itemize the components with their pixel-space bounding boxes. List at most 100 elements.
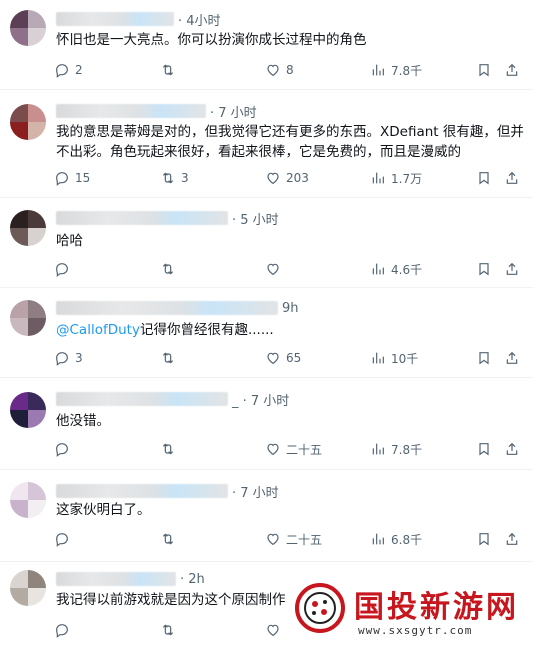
- like-button[interactable]: [265, 259, 286, 279]
- views-button[interactable]: 4.6千: [370, 259, 422, 279]
- tweet-text: 这家伙明白了。: [56, 500, 526, 520]
- avatar[interactable]: [10, 392, 46, 428]
- bookmark-button[interactable]: [476, 259, 492, 279]
- bookmark-icon: [476, 62, 492, 78]
- avatar[interactable]: [10, 482, 46, 518]
- like-icon: [265, 441, 281, 457]
- tweet[interactable]: · 7 小时 我的意思是蒂姆是对的，但我觉得它还有更多的东西。XDefiant …: [0, 90, 533, 198]
- tweet[interactable]: · 4小时 怀旧也是一大亮点。你可以扮演你成长过程中的角色 2 8 7.8千: [0, 0, 533, 90]
- views-button[interactable]: 7.8千: [370, 60, 422, 80]
- views-button[interactable]: 1.7万: [370, 168, 422, 188]
- share-button[interactable]: [504, 60, 520, 80]
- avatar[interactable]: [10, 570, 46, 606]
- reply-icon: [54, 622, 70, 638]
- views-button[interactable]: 10千: [370, 348, 418, 368]
- timestamp[interactable]: · 4小时: [178, 10, 221, 29]
- reply-button[interactable]: 3: [54, 348, 83, 368]
- bookmark-button[interactable]: [476, 439, 492, 459]
- tweet-text: 他没错。: [56, 411, 526, 431]
- blurred-username: [56, 484, 228, 498]
- timestamp[interactable]: · 7 小时: [232, 482, 279, 501]
- retweet-icon: [160, 531, 176, 547]
- tweet[interactable]: · 5 小时 哈哈 4.6千: [0, 198, 533, 288]
- share-button[interactable]: [504, 439, 520, 459]
- tweet-header: · 4小时: [56, 10, 221, 29]
- reply-icon: [54, 350, 70, 366]
- action-bar: 2 8 7.8千: [0, 60, 533, 80]
- tweet-body: 我记得以前游戏就是因为这个原因制作: [56, 592, 286, 608]
- retweet-icon: [160, 622, 176, 638]
- like-button[interactable]: 203: [265, 168, 309, 188]
- reply-button[interactable]: [54, 439, 75, 459]
- timestamp[interactable]: _ · 7 小时: [232, 390, 289, 409]
- retweet-button[interactable]: [160, 620, 181, 640]
- like-button[interactable]: 65: [265, 348, 301, 368]
- tweet[interactable]: _ · 7 小时 他没错。 二十五 7.8千: [0, 378, 533, 470]
- retweet-button[interactable]: [160, 439, 181, 459]
- blurred-username: [56, 211, 228, 225]
- avatar[interactable]: [10, 10, 46, 46]
- reply-icon: [54, 62, 70, 78]
- like-button[interactable]: 8: [265, 60, 294, 80]
- tweet-body: 他没错。: [56, 413, 110, 429]
- share-button[interactable]: [504, 348, 520, 368]
- reply-button[interactable]: 2: [54, 60, 83, 80]
- bookmark-button[interactable]: [476, 529, 492, 549]
- share-icon: [504, 62, 520, 78]
- reply-icon: [54, 170, 70, 186]
- share-button[interactable]: [504, 529, 520, 549]
- avatar[interactable]: [10, 104, 46, 140]
- tweet[interactable]: 9h @CallofDuty记得你曾经很有趣...... 3 65 10千: [0, 288, 533, 378]
- like-button[interactable]: 二十五: [265, 529, 322, 549]
- retweet-count: 3: [181, 171, 189, 185]
- like-count: 65: [286, 351, 302, 365]
- like-icon: [265, 170, 281, 186]
- share-button[interactable]: [504, 168, 520, 188]
- view-count: 7.8千: [391, 63, 423, 78]
- timestamp[interactable]: · 5 小时: [232, 209, 279, 228]
- like-icon: [265, 62, 281, 78]
- views-icon: [370, 170, 386, 186]
- avatar[interactable]: [10, 300, 46, 336]
- bookmark-button[interactable]: [476, 348, 492, 368]
- retweet-button[interactable]: [160, 60, 181, 80]
- retweet-button[interactable]: [160, 348, 181, 368]
- like-button[interactable]: 二十五: [265, 439, 322, 459]
- views-button[interactable]: 6.8千: [370, 529, 422, 549]
- blurred-username: [56, 12, 174, 26]
- action-bar: 15 3 203 1.7万: [0, 168, 533, 188]
- retweet-button[interactable]: [160, 259, 181, 279]
- bookmark-icon: [476, 170, 492, 186]
- timestamp[interactable]: 9h: [282, 301, 299, 316]
- watermark: 国投新游网 www.sxsgytr.com: [288, 572, 533, 648]
- like-icon: [265, 261, 281, 277]
- blurred-username: [56, 301, 278, 315]
- reply-button[interactable]: [54, 620, 75, 640]
- bookmark-button[interactable]: [476, 168, 492, 188]
- action-bar: 二十五 7.8千: [0, 439, 533, 459]
- tweet[interactable]: · 7 小时 这家伙明白了。 二十五 6.8千: [0, 470, 533, 562]
- watermark-url: www.sxsgytr.com: [358, 624, 473, 637]
- like-button[interactable]: [265, 620, 286, 640]
- tweet-body: 记得你曾经很有趣......: [139, 322, 274, 338]
- retweet-button[interactable]: [160, 529, 181, 549]
- avatar[interactable]: [10, 210, 46, 246]
- reply-count: 3: [75, 351, 83, 365]
- bookmark-icon: [476, 531, 492, 547]
- timestamp[interactable]: · 2h: [180, 572, 205, 587]
- views-button[interactable]: 7.8千: [370, 439, 422, 459]
- bookmark-button[interactable]: [476, 60, 492, 80]
- mention-link[interactable]: @CallofDuty: [56, 322, 140, 338]
- action-bar: 二十五 6.8千: [0, 529, 533, 549]
- share-button[interactable]: [504, 259, 520, 279]
- retweet-button[interactable]: 3: [160, 168, 189, 188]
- reply-icon: [54, 531, 70, 547]
- reply-button[interactable]: 15: [54, 168, 90, 188]
- reply-button[interactable]: [54, 259, 75, 279]
- retweet-icon: [160, 62, 176, 78]
- tweet-header: _ · 7 小时: [56, 390, 289, 409]
- view-count: 6.8千: [391, 532, 423, 547]
- view-count: 7.8千: [391, 442, 423, 457]
- reply-button[interactable]: [54, 529, 75, 549]
- timestamp[interactable]: · 7 小时: [210, 102, 257, 121]
